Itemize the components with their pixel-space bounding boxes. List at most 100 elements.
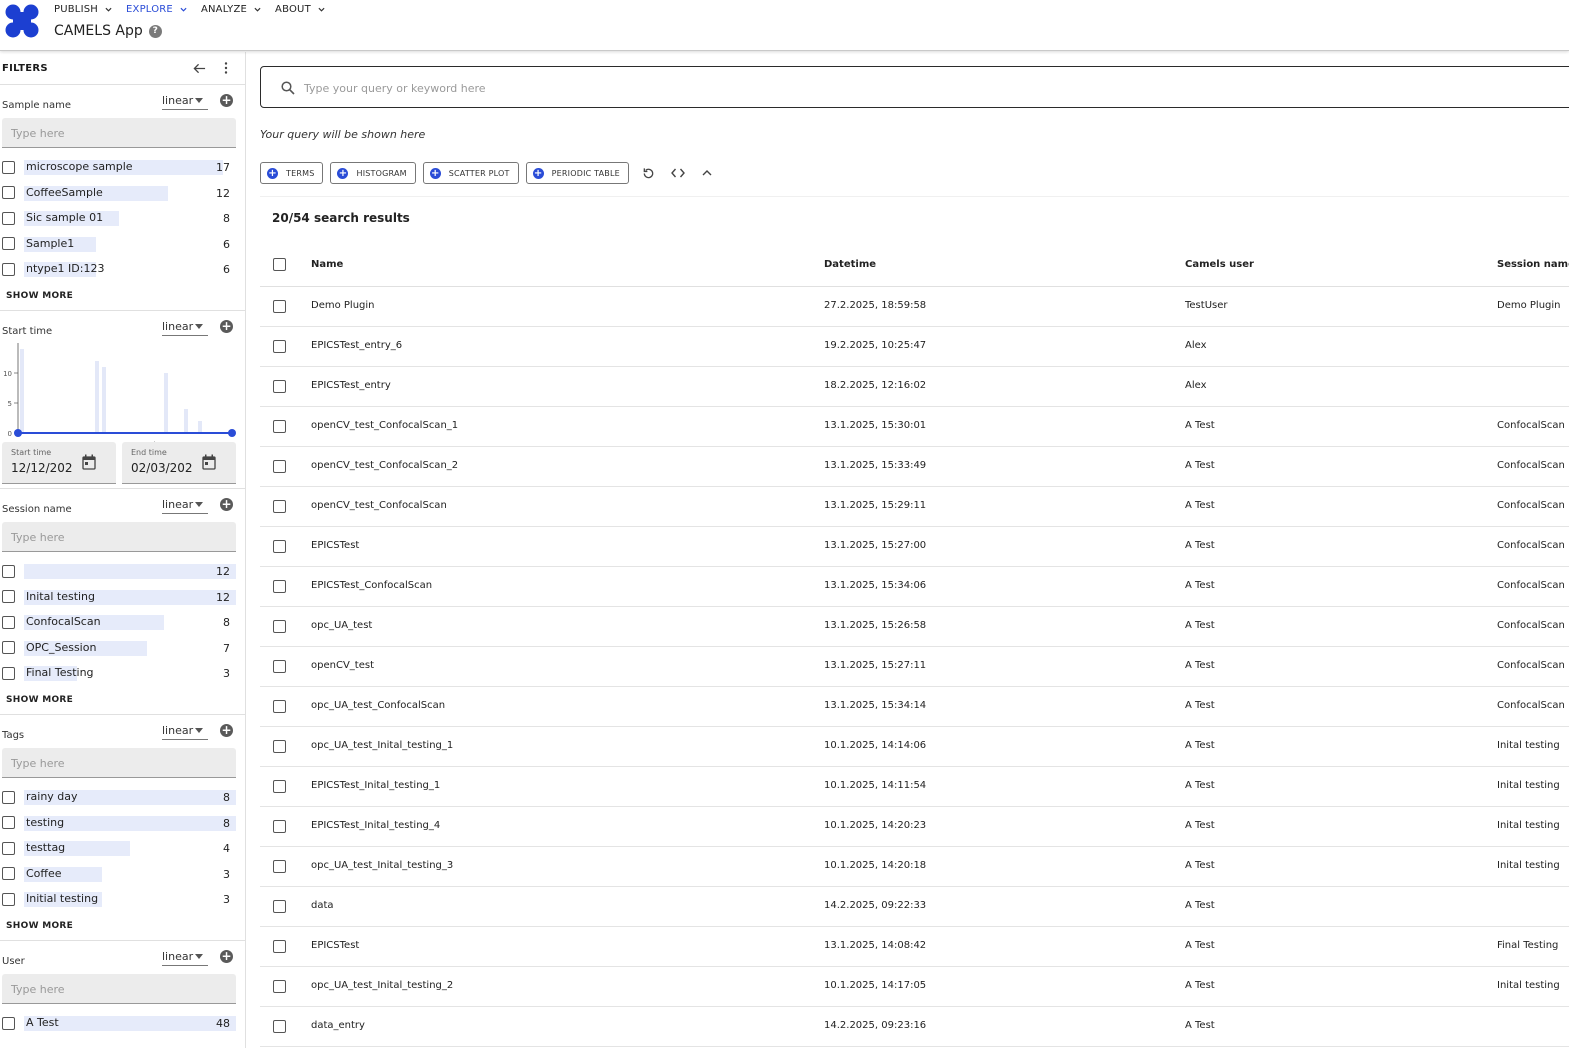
- nav-analyze[interactable]: ANALYZE: [201, 4, 261, 15]
- nav-explore[interactable]: EXPLORE: [126, 4, 187, 15]
- option-checkbox[interactable]: [2, 666, 15, 680]
- range-start-handle[interactable]: [14, 429, 22, 437]
- filter-option[interactable]: CoffeeSample 12: [2, 183, 234, 203]
- histogram-bar[interactable]: [198, 421, 202, 433]
- option-checkbox[interactable]: [2, 816, 15, 829]
- more-vertical-icon[interactable]: [222, 61, 230, 75]
- filter-option[interactable]: Sic sample 01 8: [2, 208, 234, 228]
- row-checkbox[interactable]: [273, 420, 286, 433]
- show-more-button[interactable]: SHOW MORE: [6, 921, 73, 931]
- table-row[interactable]: opc_UA_test_Inital_testing_1 10.1.2025, 1…: [260, 727, 1569, 767]
- table-row[interactable]: opc_UA_test 13.1.2025, 15:26:58 A Test Conf…: [260, 607, 1569, 647]
- table-row[interactable]: opc_UA_test_ConfocalScan 13.1.2025, 15:34…: [260, 687, 1569, 727]
- table-row[interactable]: EPICSTest 13.1.2025, 14:08:42 A Test Final …: [260, 927, 1569, 967]
- filter-option[interactable]: Final Testing 3: [2, 663, 234, 683]
- row-checkbox[interactable]: [273, 860, 286, 873]
- table-row[interactable]: EPICSTest_ConfocalScan 13.1.2025, 15:34:0…: [260, 567, 1569, 607]
- start-time-field[interactable]: Start time 12/12/2024: [2, 442, 116, 484]
- nav-about[interactable]: ABOUT: [275, 4, 325, 15]
- filter-option[interactable]: 12: [2, 561, 236, 581]
- row-checkbox[interactable]: [273, 300, 286, 313]
- table-row[interactable]: openCV_test_ConfocalScan 13.1.2025, 15:29…: [260, 487, 1569, 527]
- row-checkbox[interactable]: [273, 660, 286, 673]
- row-checkbox[interactable]: [273, 900, 286, 913]
- add-periodic-table-button[interactable]: + PERIODIC TABLE: [525, 162, 629, 184]
- row-checkbox[interactable]: [273, 540, 286, 553]
- table-row[interactable]: EPICSTest 13.1.2025, 15:27:00 A Test Confoc…: [260, 527, 1569, 567]
- add-circle-icon[interactable]: +: [220, 320, 233, 333]
- filter-option[interactable]: Coffee 3: [2, 864, 234, 884]
- add-circle-icon[interactable]: +: [220, 94, 233, 107]
- table-row[interactable]: openCV_test_ConfocalScan_2 13.1.2025, 15:…: [260, 447, 1569, 487]
- calendar-icon[interactable]: [82, 454, 96, 470]
- add-circle-icon[interactable]: +: [220, 498, 233, 511]
- row-checkbox[interactable]: [273, 1020, 286, 1033]
- table-row[interactable]: opc_UA_test_Inital_testing_3 10.1.2025, 1…: [260, 847, 1569, 887]
- filter-option[interactable]: rainy day 8: [2, 787, 236, 807]
- table-row[interactable]: EPICSTest_entry 18.2.2025, 12:16:02 Alex: [260, 367, 1569, 407]
- filter-option[interactable]: ConfocalScan 8: [2, 612, 234, 632]
- scale-select[interactable]: linear: [162, 496, 208, 514]
- filter-option[interactable]: Sample1 6: [2, 234, 234, 254]
- option-checkbox[interactable]: [2, 160, 15, 174]
- select-all-checkbox[interactable]: [273, 258, 286, 271]
- histogram-bar[interactable]: [95, 361, 99, 433]
- option-checkbox[interactable]: [2, 867, 15, 880]
- filter-option[interactable]: ntype1 ID:123 6: [2, 259, 234, 279]
- option-checkbox[interactable]: [2, 590, 15, 603]
- start-time-histogram[interactable]: 0510JanFebMar: [0, 341, 240, 457]
- filter-option[interactable]: testtag 4: [2, 838, 234, 858]
- option-checkbox[interactable]: [2, 641, 15, 654]
- filter-option[interactable]: Initial testing 3: [2, 889, 234, 909]
- option-checkbox[interactable]: [2, 892, 15, 906]
- option-checkbox[interactable]: [2, 841, 15, 855]
- calendar-icon[interactable]: [202, 454, 216, 470]
- nav-publish[interactable]: PUBLISH: [54, 4, 112, 15]
- option-checkbox[interactable]: [2, 615, 15, 629]
- option-checkbox[interactable]: [2, 237, 15, 250]
- table-row[interactable]: EPICSTest_Inital_testing_4 10.1.2025, 14:…: [260, 807, 1569, 847]
- user-input[interactable]: Type here: [2, 974, 236, 1004]
- histogram-bar[interactable]: [20, 349, 24, 433]
- row-checkbox[interactable]: [273, 380, 286, 393]
- add-circle-icon[interactable]: +: [220, 950, 233, 963]
- row-checkbox[interactable]: [273, 340, 286, 353]
- add-histogram-button[interactable]: + HISTOGRAM: [330, 162, 416, 184]
- column-datetime[interactable]: Datetime: [824, 259, 876, 270]
- code-icon[interactable]: [669, 164, 687, 182]
- scale-select[interactable]: linear: [162, 948, 208, 966]
- option-checkbox[interactable]: [2, 790, 15, 804]
- row-checkbox[interactable]: [273, 460, 286, 473]
- row-checkbox[interactable]: [273, 940, 286, 953]
- scale-select[interactable]: linear: [162, 722, 208, 740]
- add-terms-button[interactable]: + TERMS: [260, 162, 324, 184]
- column-session-name[interactable]: Session name: [1497, 259, 1569, 270]
- filter-option[interactable]: A Test 48: [2, 1013, 236, 1033]
- show-more-button[interactable]: SHOW MORE: [6, 291, 73, 301]
- column-camels-user[interactable]: Camels user: [1185, 259, 1254, 270]
- row-checkbox[interactable]: [273, 620, 286, 633]
- table-row[interactable]: openCV_test_ConfocalScan_1 13.1.2025, 15:…: [260, 407, 1569, 447]
- row-checkbox[interactable]: [273, 500, 286, 513]
- option-checkbox[interactable]: [2, 262, 15, 276]
- scale-select[interactable]: linear: [162, 318, 208, 336]
- sample-name-input[interactable]: Type here: [2, 118, 236, 148]
- option-checkbox[interactable]: [2, 564, 15, 578]
- search-bar[interactable]: Type your query or keyword here: [260, 66, 1569, 108]
- end-time-field[interactable]: End time 02/03/2025: [122, 442, 236, 484]
- table-row[interactable]: Demo Plugin 27.2.2025, 18:59:58 TestUser De…: [260, 287, 1569, 327]
- table-row[interactable]: data_entry 14.2.2025, 09:23:16 A Test: [260, 1007, 1569, 1047]
- table-row[interactable]: EPICSTest_entry_6 19.2.2025, 10:25:47 Alex: [260, 327, 1569, 367]
- row-checkbox[interactable]: [273, 980, 286, 993]
- arrow-left-icon[interactable]: [193, 62, 206, 75]
- table-row[interactable]: EPICSTest_Inital_testing_1 10.1.2025, 14:…: [260, 767, 1569, 807]
- collapse-up-icon[interactable]: [698, 164, 716, 182]
- histogram-bar[interactable]: [184, 409, 188, 433]
- option-checkbox[interactable]: [2, 186, 15, 199]
- row-checkbox[interactable]: [273, 780, 286, 793]
- camels-logo[interactable]: [4, 3, 40, 39]
- table-row[interactable]: opc_UA_test_Inital_testing_2 10.1.2025, 1…: [260, 967, 1569, 1007]
- session-name-input[interactable]: Type here: [2, 522, 236, 552]
- option-checkbox[interactable]: [2, 1016, 15, 1030]
- row-checkbox[interactable]: [273, 580, 286, 593]
